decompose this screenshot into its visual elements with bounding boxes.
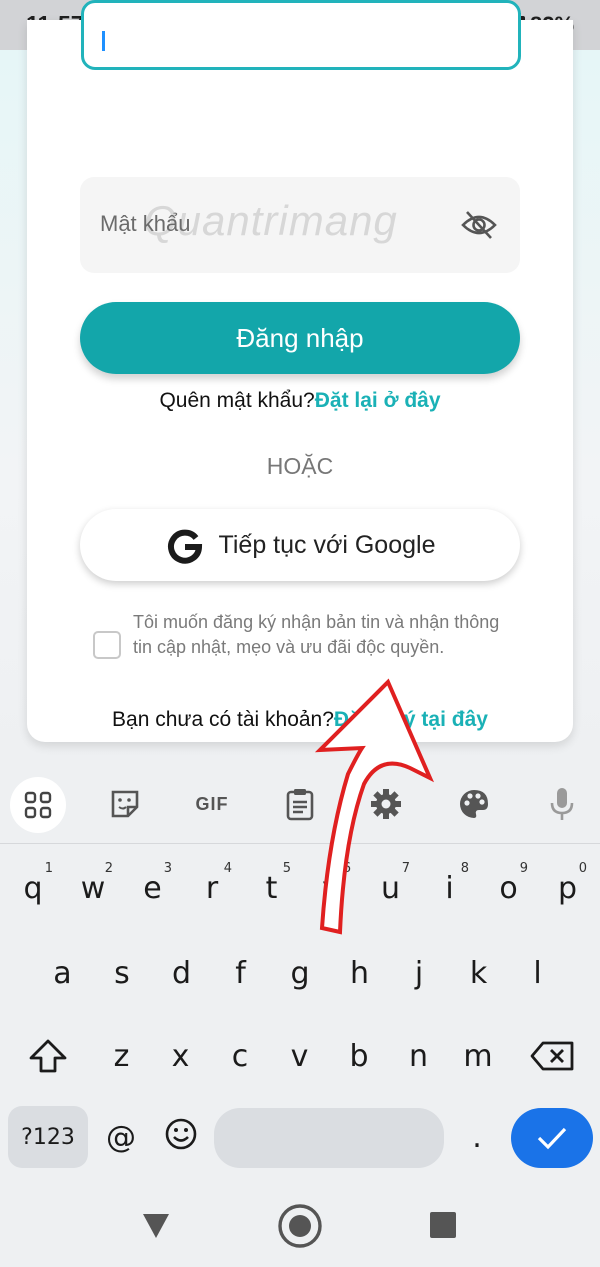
login-button[interactable]: Đăng nhập: [80, 302, 520, 374]
key-p[interactable]: p0: [538, 853, 597, 923]
gif-icon[interactable]: GIF: [190, 782, 234, 826]
backspace-key[interactable]: [512, 1021, 592, 1091]
key-label: h: [349, 955, 369, 991]
key-f[interactable]: f: [211, 938, 270, 1008]
key-m[interactable]: m: [448, 1021, 508, 1091]
navigation-bar: [0, 1188, 600, 1267]
key-label: q: [23, 870, 43, 906]
login-card: Quantrimang Mật khẩu Đăng nhập Quên mật …: [27, 0, 573, 742]
google-button-label: Tiếp tục với Google: [218, 530, 436, 559]
key-a[interactable]: a: [33, 938, 92, 1008]
key-n[interactable]: n: [389, 1021, 448, 1091]
key-label: k: [469, 955, 488, 991]
back-icon[interactable]: [142, 1213, 170, 1239]
key-j[interactable]: j: [389, 938, 449, 1008]
space-bar[interactable]: [214, 1108, 444, 1168]
key-label: w: [80, 870, 106, 906]
key-label: f: [235, 955, 246, 991]
key-hint: 9: [519, 861, 528, 876]
key-hint: 3: [163, 861, 172, 876]
key-d[interactable]: d: [152, 938, 211, 1008]
forgot-password-text: Quên mật khẩu?: [159, 389, 315, 412]
key-k[interactable]: k: [449, 938, 508, 1008]
home-icon[interactable]: [276, 1202, 324, 1250]
eye-off-icon[interactable]: [460, 209, 498, 241]
key-label: n: [408, 1038, 428, 1074]
key-hint: 8: [460, 861, 469, 876]
password-field[interactable]: Quantrimang Mật khẩu: [80, 177, 520, 273]
enter-key[interactable]: [511, 1108, 593, 1168]
key-c[interactable]: c: [210, 1021, 270, 1091]
key-hint: 1: [44, 861, 53, 876]
key-label: z: [113, 1038, 130, 1074]
reset-password-link[interactable]: Đặt lại ở đây: [315, 389, 441, 412]
key-t[interactable]: t5: [242, 853, 301, 923]
key-label: d: [171, 955, 192, 991]
key-label: m: [463, 1038, 493, 1074]
key-label: r: [205, 870, 219, 906]
text-caret: [102, 31, 105, 51]
key-g[interactable]: g: [270, 938, 330, 1008]
forgot-password-row: Quên mật khẩu?Đặt lại ở đây: [27, 389, 573, 413]
key-z[interactable]: z: [92, 1021, 151, 1091]
symbols-key[interactable]: ?123: [8, 1106, 88, 1168]
key-label: b: [349, 1038, 369, 1074]
key-hint: 4: [223, 861, 232, 876]
key-label: a: [53, 955, 72, 991]
key-o[interactable]: o9: [479, 853, 538, 923]
checkmark-icon: [537, 1127, 567, 1150]
google-icon: [167, 529, 202, 564]
newsletter-label: Tôi muốn đăng ký nhận bản tin và nhận th…: [133, 612, 500, 657]
key-hint: 2: [104, 861, 113, 876]
period-key[interactable]: .: [448, 1106, 506, 1168]
shift-key[interactable]: [8, 1021, 88, 1091]
key-s[interactable]: s: [92, 938, 152, 1008]
key-x[interactable]: x: [151, 1021, 210, 1091]
key-label: t: [265, 870, 278, 906]
key-v[interactable]: v: [270, 1021, 329, 1091]
at-key[interactable]: @: [92, 1106, 150, 1168]
newsletter-checkbox[interactable]: [93, 631, 121, 659]
key-label: o: [499, 870, 518, 906]
key-b[interactable]: b: [329, 1021, 389, 1091]
key-l[interactable]: l: [508, 938, 567, 1008]
key-h[interactable]: h: [330, 938, 389, 1008]
emoji-icon: [165, 1118, 197, 1150]
theme-palette-icon[interactable]: [452, 782, 496, 826]
login-page: Quantrimang Mật khẩu Đăng nhập Quên mật …: [0, 0, 600, 765]
key-label: p: [557, 870, 578, 906]
apps-grid-icon[interactable]: [10, 777, 66, 833]
key-label: x: [171, 1038, 190, 1074]
key-hint: 5: [282, 861, 291, 876]
or-divider: HOẶC: [266, 453, 334, 479]
key-e[interactable]: e3: [123, 853, 182, 923]
key-label: c: [231, 1038, 249, 1074]
key-hint: 0: [578, 861, 587, 876]
recents-icon[interactable]: [430, 1212, 456, 1238]
password-placeholder: Mật khẩu: [100, 211, 191, 236]
key-q[interactable]: q1: [3, 853, 63, 923]
key-label: e: [143, 870, 162, 906]
key-label: l: [533, 955, 542, 991]
key-label: v: [290, 1038, 309, 1074]
backspace-icon: [530, 1041, 574, 1071]
annotation-arrow: [314, 678, 435, 935]
microphone-icon[interactable]: [540, 782, 584, 826]
email-field[interactable]: [81, 0, 521, 70]
key-label: j: [414, 955, 424, 991]
sticker-icon[interactable]: [103, 782, 147, 826]
shift-icon: [29, 1039, 67, 1073]
key-label: g: [290, 955, 310, 991]
key-w[interactable]: w2: [63, 853, 123, 923]
emoji-key[interactable]: [152, 1103, 210, 1165]
key-label: s: [114, 955, 130, 991]
gif-label: GIF: [195, 793, 229, 814]
key-r[interactable]: r4: [182, 853, 242, 923]
google-signin-button[interactable]: Tiếp tục với Google: [80, 509, 520, 581]
